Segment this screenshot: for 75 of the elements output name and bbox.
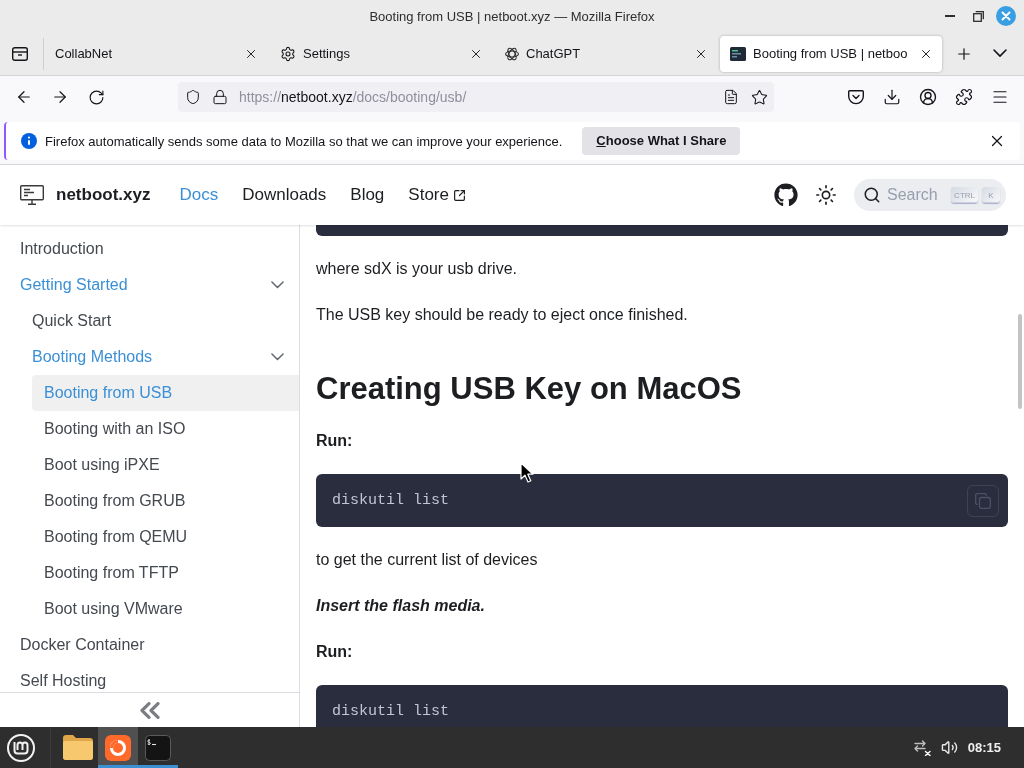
bold-label: Run: xyxy=(316,642,354,662)
code-text: diskutil list xyxy=(332,491,450,511)
volume-icon xyxy=(940,739,958,756)
nav-link[interactable]: Store xyxy=(408,185,466,205)
minimize-icon xyxy=(945,15,955,17)
knot-icon xyxy=(505,46,519,61)
lock-icon xyxy=(212,89,228,105)
clock-text: 08:15 xyxy=(967,740,1001,755)
sun-icon xyxy=(815,184,837,206)
sidebar-item[interactable]: Booting from GRUB xyxy=(32,483,299,519)
shield-icon xyxy=(185,89,201,105)
sidebar-item[interactable]: Quick Start xyxy=(20,303,299,339)
mint-logo-icon xyxy=(7,733,35,762)
browser-tab[interactable]: Settings xyxy=(270,35,492,72)
network-offline-icon xyxy=(913,739,931,756)
copy-icon xyxy=(975,492,991,509)
forward-icon xyxy=(51,88,69,106)
browser-tab[interactable]: CollabNet xyxy=(45,35,267,72)
tray-icon xyxy=(12,46,28,61)
mouse-pointer-icon xyxy=(520,462,534,483)
home-link[interactable]: netboot.xyz xyxy=(20,185,151,205)
paragraph: to get the current list of devices xyxy=(316,550,539,570)
back-icon xyxy=(15,88,33,106)
reader-view-icon xyxy=(723,89,739,105)
sidebar-item[interactable]: Boot using VMware xyxy=(32,591,299,627)
star-icon xyxy=(750,88,768,106)
bold-label: Run: xyxy=(316,431,354,451)
screen-icon xyxy=(730,46,746,61)
nav-link[interactable]: Blog xyxy=(350,185,385,205)
sidebar-item[interactable]: Docker Container xyxy=(8,627,299,663)
github-icon xyxy=(774,183,798,207)
pocket-icon xyxy=(848,89,864,105)
menu-icon xyxy=(991,88,1009,106)
sidebar-item[interactable]: Getting Started xyxy=(8,267,299,303)
github-link[interactable] xyxy=(774,183,798,207)
taskbar-app-button[interactable] xyxy=(98,727,138,768)
address-field[interactable]: https://netboot.xyz/docs/booting/usb/ xyxy=(178,82,774,112)
emphasis-text: Insert the flash media. xyxy=(316,596,486,616)
section-heading: Creating USB Key on MacOS xyxy=(316,370,743,408)
sidebar-item[interactable]: Booting with an ISO xyxy=(32,411,299,447)
terminal-icon xyxy=(145,734,171,761)
choose-what-i-share-button[interactable]: Choose What I Share xyxy=(582,127,741,155)
scrollbar-thumb[interactable] xyxy=(1018,314,1022,409)
sidebar-item[interactable]: Booting from QEMU xyxy=(32,519,299,555)
sidebar-item[interactable]: Booting from TFTP xyxy=(32,555,299,591)
monitor-icon xyxy=(20,185,44,205)
paragraph: where sdX is your usb drive. xyxy=(316,259,518,279)
nav-link[interactable]: Docs xyxy=(179,185,219,205)
sidebar-item[interactable]: Boot using iPXE xyxy=(32,447,299,483)
browser-tab[interactable]: ChatGPT xyxy=(495,35,717,72)
reload-icon xyxy=(87,88,105,106)
maximize-icon xyxy=(972,10,984,22)
sidebar-item[interactable]: Introduction xyxy=(8,231,299,267)
keyboard-key: CTRL xyxy=(951,187,978,203)
sidebar-item[interactable]: Booting Methods xyxy=(20,339,299,375)
download-icon xyxy=(883,88,901,106)
search-icon xyxy=(863,186,881,204)
theme-toggle-button[interactable] xyxy=(814,183,838,207)
sidebar-item[interactable]: Self Hosting xyxy=(8,663,299,692)
chevron-down-icon xyxy=(993,49,1007,58)
browser-tab[interactable]: Booting from USB | netboo xyxy=(720,35,942,72)
puzzle-icon xyxy=(955,88,973,106)
code-text: diskutil list xyxy=(332,702,450,722)
double-chevron-left-icon xyxy=(139,701,160,719)
close-icon xyxy=(996,6,1016,26)
info-icon xyxy=(21,133,37,149)
paragraph: The USB key should be ready to eject once finished. xyxy=(316,305,689,325)
folder-icon xyxy=(63,735,93,760)
gear-icon xyxy=(280,45,296,62)
notification-text: Firefox automatically sends some data to Mozilla so that we can improve your experience. xyxy=(45,133,563,149)
nav-link[interactable]: Downloads xyxy=(242,185,327,205)
window-title: Booting from USB | netboot.xyz — Mozilla Firefox xyxy=(369,8,655,24)
keyboard-key: K xyxy=(982,187,1000,203)
ring-icon xyxy=(105,734,131,761)
account-icon xyxy=(919,88,937,106)
